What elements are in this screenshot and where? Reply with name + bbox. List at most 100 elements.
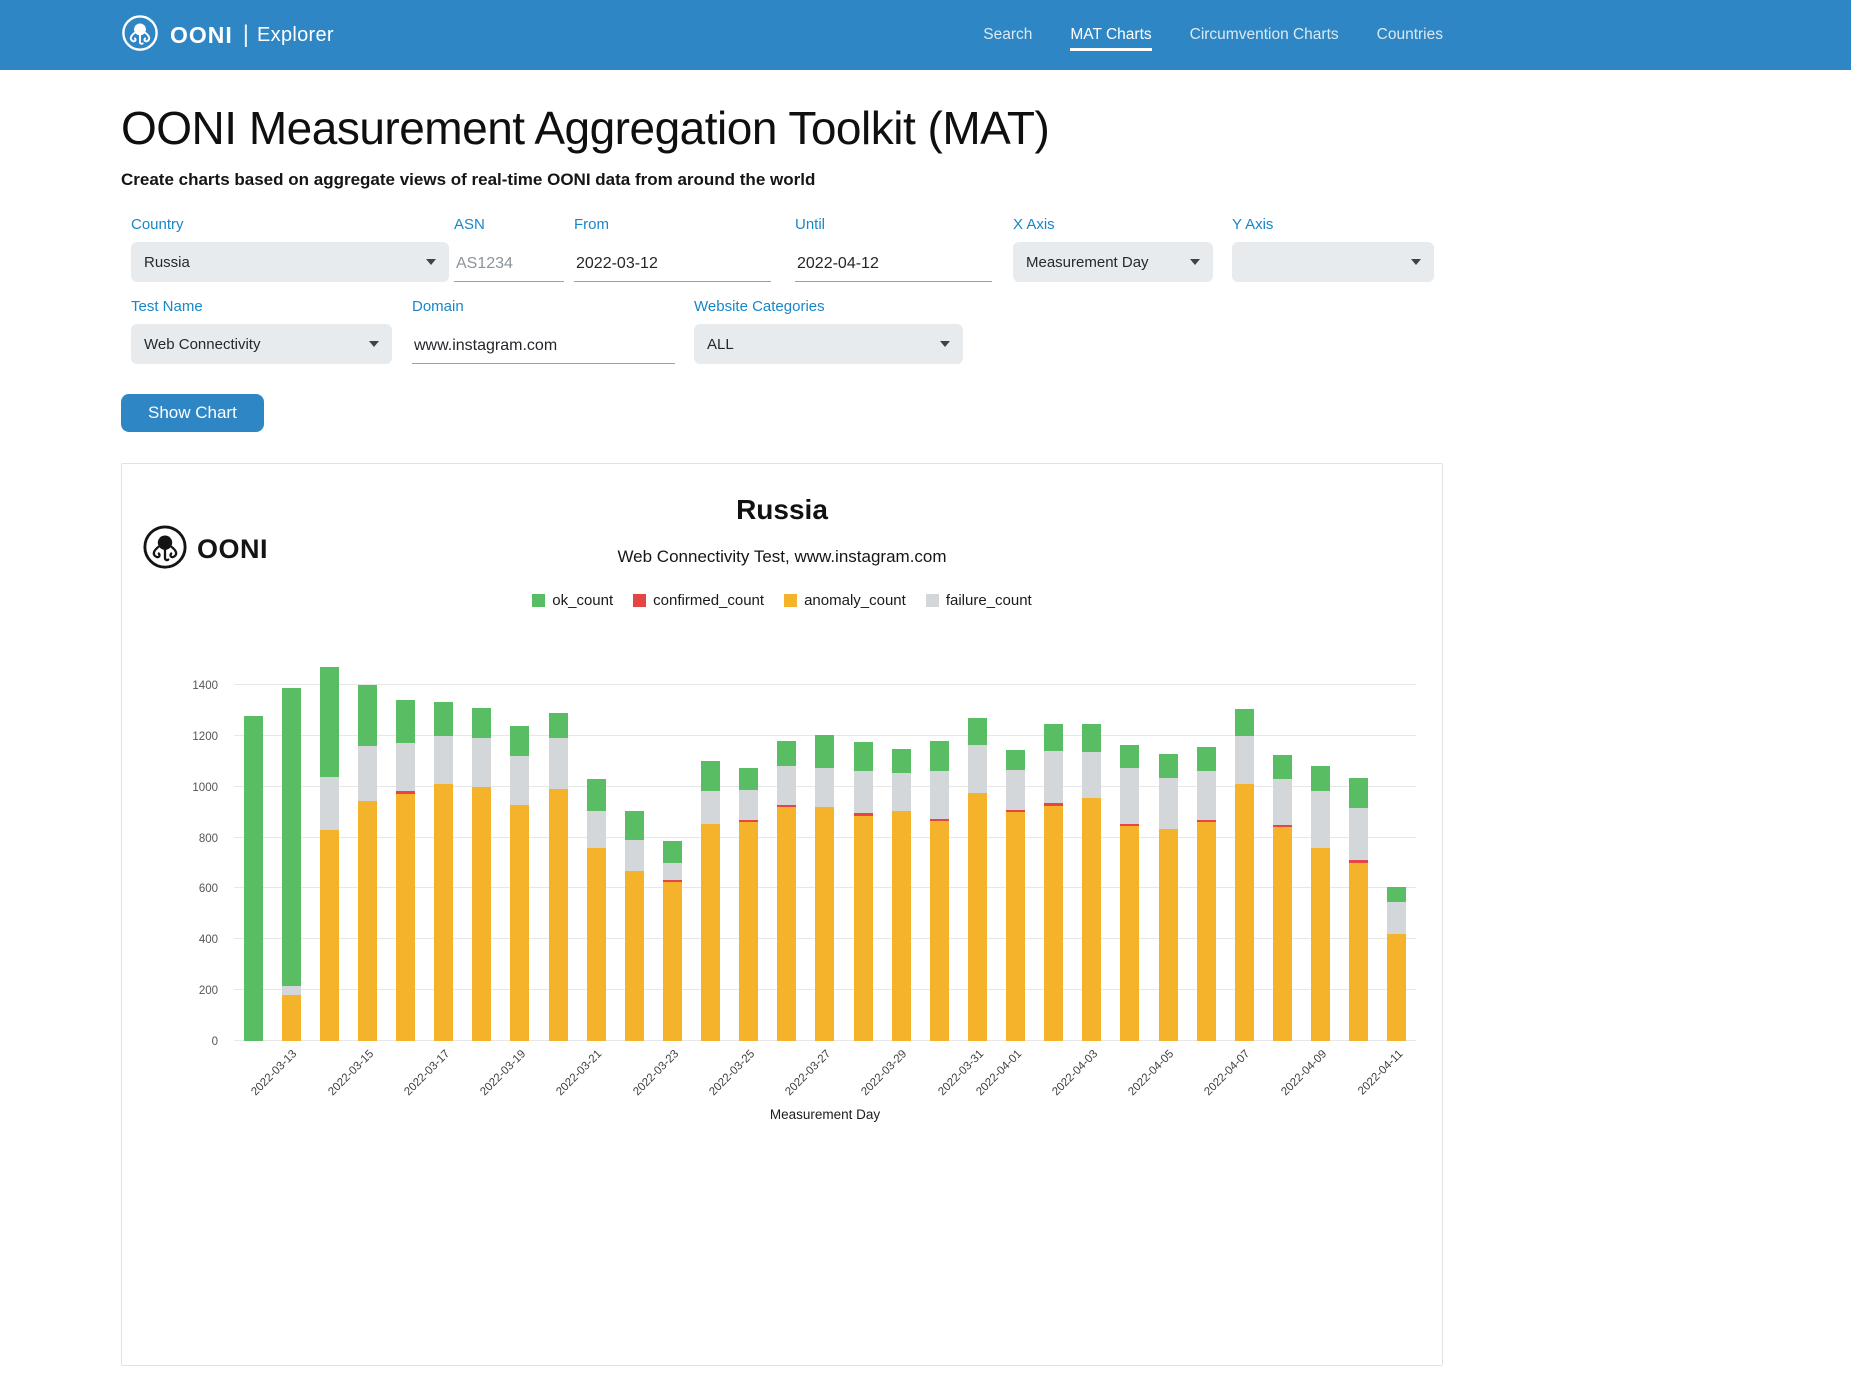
bar-2022-03-22[interactable] xyxy=(615,685,653,1041)
bar-2022-03-31[interactable] xyxy=(958,685,996,1041)
bar-segment-failure_count xyxy=(1273,779,1292,825)
from-date-input[interactable] xyxy=(574,242,771,282)
x-axis-title: Measurement Day xyxy=(234,1107,1416,1122)
bar-segment-ok_count xyxy=(472,708,491,739)
bar-2022-03-18[interactable] xyxy=(463,685,501,1041)
asn-field: ASN xyxy=(454,216,564,282)
bar-segment-anomaly_count xyxy=(1120,826,1139,1041)
bar-2022-04-10[interactable] xyxy=(1340,685,1378,1041)
bar-segment-failure_count xyxy=(1044,751,1063,803)
nav-circumvention-charts[interactable]: Circumvention Charts xyxy=(1190,20,1339,50)
bar-2022-04-05[interactable] xyxy=(1149,685,1187,1041)
chevron-down-icon xyxy=(1190,259,1200,265)
y-tick-label: 1400 xyxy=(156,680,218,692)
bar-2022-04-01[interactable] xyxy=(997,685,1035,1041)
bar-2022-03-30[interactable] xyxy=(920,685,958,1041)
bar-2022-03-20[interactable] xyxy=(539,685,577,1041)
bar-segment-failure_count xyxy=(358,746,377,801)
bar-segment-anomaly_count xyxy=(625,871,644,1041)
bar-segment-failure_count xyxy=(510,756,529,804)
until-field: Until xyxy=(795,216,992,282)
bar-2022-03-29[interactable] xyxy=(882,685,920,1041)
asn-input[interactable] xyxy=(454,242,564,282)
ooni-logo-text: OONI xyxy=(197,534,268,565)
nav-search[interactable]: Search xyxy=(983,20,1032,50)
test-name-select[interactable]: Web Connectivity xyxy=(131,324,392,364)
bar-segment-anomaly_count xyxy=(701,824,720,1041)
bar-2022-04-08[interactable] xyxy=(1263,685,1301,1041)
y-tick-label: 1200 xyxy=(156,731,218,743)
nav-countries[interactable]: Countries xyxy=(1377,20,1443,50)
bar-2022-03-19[interactable] xyxy=(501,685,539,1041)
bar-segment-anomaly_count xyxy=(1387,934,1406,1041)
x-tick-slot: 2022-04-05 xyxy=(1149,1041,1187,1105)
bar-2022-03-26[interactable] xyxy=(768,685,806,1041)
bar-segment-ok_count xyxy=(1159,754,1178,778)
bar-segment-failure_count xyxy=(549,738,568,789)
bar-segment-failure_count xyxy=(663,863,682,880)
x-axis-select[interactable]: Measurement Day xyxy=(1013,242,1213,282)
y-tick-label: 400 xyxy=(156,934,218,946)
bar-segment-failure_count xyxy=(396,743,415,791)
bar-segment-failure_count xyxy=(1197,771,1216,821)
bar-segment-failure_count xyxy=(1159,778,1178,829)
bar-segment-failure_count xyxy=(1120,768,1139,824)
x-tick-slot: 2022-03-15 xyxy=(348,1041,386,1105)
bar-2022-03-12[interactable] xyxy=(234,685,272,1041)
show-chart-button[interactable]: Show Chart xyxy=(121,394,264,432)
bar-segment-anomaly_count xyxy=(1311,848,1330,1041)
chevron-down-icon xyxy=(1411,259,1421,265)
bar-2022-04-07[interactable] xyxy=(1225,685,1263,1041)
bar-segment-ok_count xyxy=(892,749,911,773)
bar-2022-03-21[interactable] xyxy=(577,685,615,1041)
bar-2022-04-06[interactable] xyxy=(1187,685,1225,1041)
bar-segment-ok_count xyxy=(1197,747,1216,770)
x-tick-slot: 2022-04-03 xyxy=(1073,1041,1111,1105)
bar-2022-04-09[interactable] xyxy=(1302,685,1340,1041)
bar-2022-03-15[interactable] xyxy=(348,685,386,1041)
bar-2022-03-25[interactable] xyxy=(730,685,768,1041)
x-tick-slot: 2022-03-23 xyxy=(653,1041,691,1105)
country-select[interactable]: Russia xyxy=(131,242,449,282)
from-field: From xyxy=(574,216,771,282)
bar-segment-ok_count xyxy=(587,779,606,811)
ooni-explorer-brand[interactable]: OONI | Explorer xyxy=(121,14,334,57)
bar-segment-ok_count xyxy=(434,702,453,736)
bar-2022-04-11[interactable] xyxy=(1378,685,1416,1041)
chart-plot-area: 0200400600800100012001400 xyxy=(234,685,1416,1041)
bar-2022-03-17[interactable] xyxy=(425,685,463,1041)
until-date-input[interactable] xyxy=(795,242,992,282)
bar-2022-03-23[interactable] xyxy=(653,685,691,1041)
bar-2022-03-28[interactable] xyxy=(844,685,882,1041)
nav-mat-charts[interactable]: MAT Charts xyxy=(1070,20,1151,51)
y-axis-select[interactable] xyxy=(1232,242,1434,282)
test-name-select-value: Web Connectivity xyxy=(144,336,260,353)
bar-segment-anomaly_count xyxy=(1197,822,1216,1041)
bar-2022-03-14[interactable] xyxy=(310,685,348,1041)
bar-segment-ok_count xyxy=(244,716,263,1041)
bar-2022-03-13[interactable] xyxy=(272,685,310,1041)
domain-input[interactable] xyxy=(412,324,675,364)
x-tick-slot: 2022-03-29 xyxy=(882,1041,920,1105)
bar-2022-04-04[interactable] xyxy=(1111,685,1149,1041)
bar-segment-ok_count xyxy=(396,700,415,743)
bar-segment-ok_count xyxy=(854,742,873,771)
bar-2022-03-24[interactable] xyxy=(692,685,730,1041)
bar-segment-ok_count xyxy=(815,735,834,768)
bar-segment-ok_count xyxy=(663,841,682,863)
y-axis-ticks: 0200400600800100012001400 xyxy=(156,685,218,1041)
mat-query-form: Country Russia ASN From Until X Axis Mea… xyxy=(121,216,1443,366)
website-categories-select[interactable]: ALL xyxy=(694,324,963,364)
bar-2022-04-03[interactable] xyxy=(1073,685,1111,1041)
bar-2022-03-27[interactable] xyxy=(806,685,844,1041)
bar-2022-04-02[interactable] xyxy=(1035,685,1073,1041)
y-tick-label: 600 xyxy=(156,883,218,895)
bar-segment-ok_count xyxy=(1273,755,1292,779)
bar-2022-03-16[interactable] xyxy=(387,685,425,1041)
x-tick-slot: 2022-04-11 xyxy=(1378,1041,1416,1105)
top-navbar: OONI | Explorer Search MAT Charts Circum… xyxy=(0,0,1851,70)
bar-segment-failure_count xyxy=(892,773,911,811)
bar-segment-failure_count xyxy=(968,745,987,793)
bar-segment-anomaly_count xyxy=(663,882,682,1041)
bar-segment-failure_count xyxy=(815,768,834,807)
